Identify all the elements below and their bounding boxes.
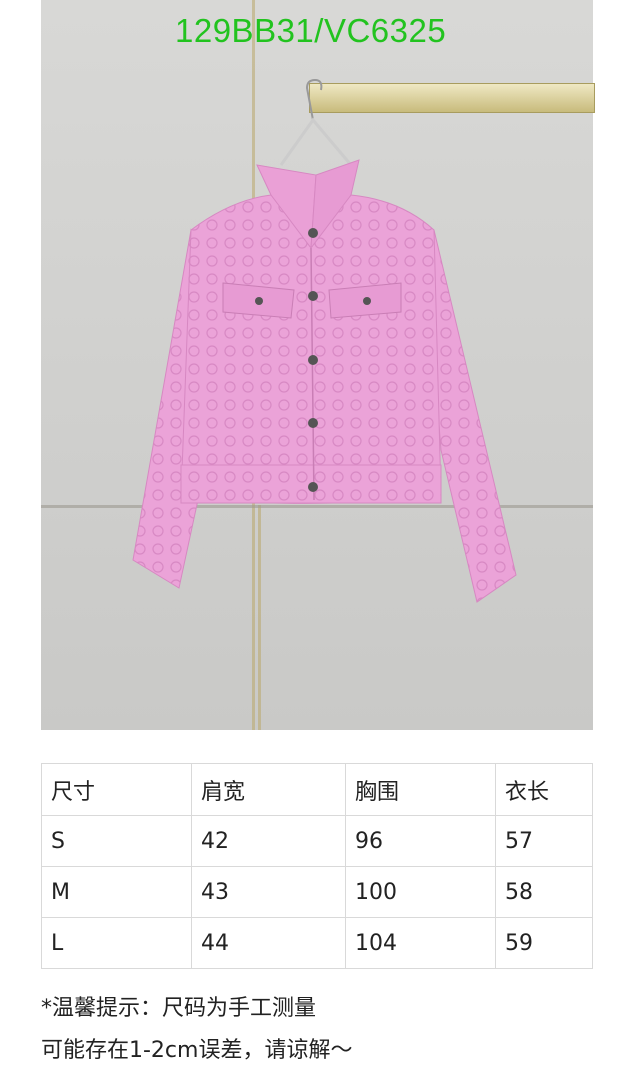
table-cell: S <box>41 815 192 867</box>
table-cell: M <box>41 866 192 918</box>
table-cell: 44 <box>191 917 346 969</box>
table-cell: 57 <box>495 815 593 867</box>
table-row: L 44 104 59 <box>41 917 593 969</box>
pink-jacket-image <box>132 78 517 603</box>
table-header-cell: 尺寸 <box>41 763 192 816</box>
table-cell: 58 <box>495 866 593 918</box>
size-table: 尺寸 肩宽 胸围 衣长 S 42 96 57 M 43 100 58 L 44 … <box>41 763 593 969</box>
table-row: S 42 96 57 <box>41 815 593 867</box>
note-line-2: 可能存在1-2cm误差，请谅解～ <box>41 1038 353 1063</box>
table-cell: 43 <box>191 866 346 918</box>
table-cell: 104 <box>345 917 496 969</box>
table-header-cell: 肩宽 <box>191 763 346 816</box>
table-header-cell: 胸围 <box>345 763 496 816</box>
product-code-label: 129BB31/VC6325 <box>175 12 447 49</box>
table-header-row: 尺寸 肩宽 胸围 衣长 <box>41 763 593 816</box>
table-row: M 43 100 58 <box>41 866 593 918</box>
table-cell: 42 <box>191 815 346 867</box>
table-header-cell: 衣长 <box>495 763 593 816</box>
table-cell: 96 <box>345 815 496 867</box>
table-cell: 59 <box>495 917 593 969</box>
note-line-1: *温馨提示：尺码为手工测量 <box>41 996 317 1021</box>
table-cell: L <box>41 917 192 969</box>
table-cell: 100 <box>345 866 496 918</box>
